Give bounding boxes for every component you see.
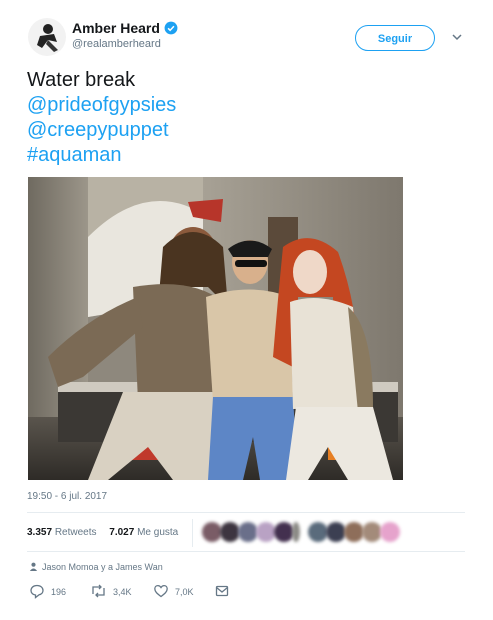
liker-avatar[interactable] (220, 522, 240, 542)
followed-by[interactable]: Jason Momoa y a James Wan (29, 562, 163, 572)
liker-avatars[interactable] (202, 522, 412, 544)
retweet-button[interactable]: 3,4K (90, 583, 132, 599)
direct-message-button[interactable] (214, 583, 236, 599)
retweet-icon (92, 584, 105, 598)
liker-avatar[interactable] (308, 522, 328, 542)
display-name[interactable]: Amber Heard (72, 20, 160, 36)
divider (27, 512, 465, 513)
stats-divider (192, 519, 193, 547)
reply-button[interactable]: 196 (29, 583, 66, 599)
avatar[interactable] (28, 18, 66, 56)
hashtag-link[interactable]: #aquaman (27, 143, 122, 168)
user-handle[interactable]: @realamberheard (72, 38, 161, 50)
liker-avatar[interactable] (362, 522, 382, 542)
display-name-row[interactable]: Amber Heard (72, 20, 178, 36)
liker-avatar[interactable] (274, 522, 294, 542)
retweets-label[interactable]: Retweets (55, 527, 97, 538)
envelope-icon (215, 585, 229, 597)
liker-avatar[interactable] (380, 522, 400, 542)
like-count: 7,0K (175, 587, 194, 597)
photo-image (28, 177, 403, 480)
reply-icon (30, 584, 44, 599)
followed-by-text[interactable]: Jason Momoa y a James Wan (42, 562, 163, 572)
tweet-text: Water break (27, 69, 136, 91)
liker-avatar[interactable] (292, 522, 300, 542)
reply-count: 196 (51, 587, 67, 597)
liker-avatar[interactable] (238, 522, 258, 542)
divider (27, 551, 465, 552)
liker-avatar[interactable] (326, 522, 346, 542)
liker-avatar[interactable] (344, 522, 364, 542)
verified-badge-icon (164, 21, 178, 35)
engagement-stats: 3.357 Retweets 7.027 Me gusta (27, 527, 188, 538)
tweet-timestamp[interactable]: 19:50 - 6 jul. 2017 (27, 491, 107, 502)
like-button[interactable]: 7,0K (153, 583, 194, 599)
retweet-count: 3,4K (113, 587, 132, 597)
follow-button[interactable]: Seguir (355, 25, 435, 51)
likes-label[interactable]: Me gusta (137, 527, 178, 538)
likes-count[interactable]: 7.027 (109, 527, 134, 538)
mention-link[interactable]: @creepypuppet (27, 118, 169, 143)
liker-avatar[interactable] (256, 522, 276, 542)
tweet-photo[interactable] (28, 177, 403, 480)
person-icon (29, 562, 38, 571)
retweets-count[interactable]: 3.357 (27, 527, 52, 538)
chevron-down-icon[interactable] (450, 30, 464, 44)
mention-link[interactable]: @prideofgypsies (27, 93, 176, 118)
liker-avatar[interactable] (202, 522, 222, 542)
user-avatar-icon (28, 18, 66, 56)
heart-icon (154, 584, 168, 598)
